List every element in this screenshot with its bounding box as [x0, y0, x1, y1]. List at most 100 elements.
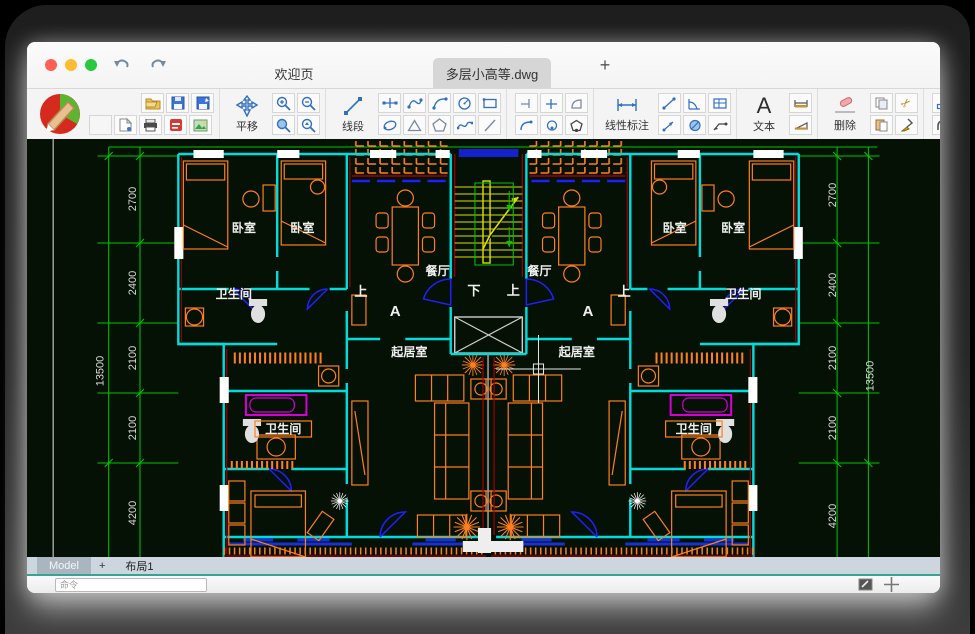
- zoom-window-button[interactable]: [272, 115, 295, 135]
- copy-button[interactable]: [870, 93, 893, 113]
- save-as-button[interactable]: [191, 93, 214, 113]
- toolbar-group-dimension: 线性标注: [594, 89, 737, 139]
- circle-icon: [457, 96, 472, 111]
- svg-text:2100: 2100: [827, 346, 839, 370]
- radius-dimension-button[interactable]: [658, 115, 681, 135]
- angular-dimension-button[interactable]: [683, 93, 706, 113]
- fillet-button[interactable]: [932, 115, 940, 135]
- linear-dimension-icon: [615, 96, 639, 116]
- baseline-dimension-button[interactable]: [708, 93, 731, 113]
- zoom-out-button[interactable]: [297, 93, 320, 113]
- spline-button[interactable]: [453, 115, 476, 135]
- erase-button[interactable]: 删除: [823, 91, 867, 137]
- dimensions-left: 2700 2400 2100 2100 4200 13500: [95, 187, 139, 525]
- undo-icon: [113, 57, 131, 73]
- crosshair-toggle-icon[interactable]: [883, 576, 900, 593]
- command-bar: [27, 576, 940, 593]
- polygon-edit-button[interactable]: [565, 115, 588, 135]
- paste-icon: [874, 118, 889, 132]
- export-pdf-button[interactable]: [164, 115, 187, 135]
- cut-button[interactable]: ✂: [895, 93, 918, 113]
- tab-drawing[interactable]: 多层小高等.dwg: [433, 58, 551, 88]
- rectangle-icon: [482, 97, 498, 110]
- match-properties-button[interactable]: [895, 115, 918, 135]
- extend-icon: [544, 97, 559, 110]
- svg-text:2100: 2100: [127, 416, 139, 440]
- circle-button[interactable]: [453, 93, 476, 113]
- arc-button[interactable]: [428, 93, 451, 113]
- arc-icon: [432, 96, 448, 110]
- minimize-button[interactable]: [65, 59, 77, 71]
- tab-welcome[interactable]: 欢迎页: [219, 58, 369, 88]
- undo-button[interactable]: [111, 54, 133, 76]
- label-bath: 卫生间: [725, 286, 761, 301]
- zoom-in-button[interactable]: [272, 93, 295, 113]
- polygon-edit-icon: [569, 119, 584, 132]
- new-file-button[interactable]: [114, 115, 137, 135]
- aligned-dimension-button[interactable]: [658, 93, 681, 113]
- construction-line-button[interactable]: [478, 115, 501, 135]
- save-file-button[interactable]: [166, 93, 189, 113]
- multileader-button[interactable]: [708, 115, 731, 135]
- new-tab-button[interactable]: +: [593, 55, 617, 76]
- fullscreen-toggle-icon[interactable]: [858, 578, 873, 591]
- monitor-bezel: 欢迎页 多层小高等.dwg +: [5, 5, 970, 634]
- drawing-canvas[interactable]: 2700 2400 2100 2100 4200 13500 2700 2400…: [27, 139, 940, 557]
- donut-button[interactable]: [540, 115, 563, 135]
- polygon-triangle-button[interactable]: [403, 115, 426, 135]
- svg-text:4200: 4200: [827, 504, 839, 528]
- trim-icon: [519, 97, 534, 110]
- svg-text:2100: 2100: [127, 346, 139, 370]
- toolbar-group-modify-small: [507, 89, 594, 139]
- model-tab[interactable]: Model: [37, 557, 91, 574]
- label-bedroom: 卧室: [721, 220, 745, 235]
- zoom-in-icon: [276, 96, 291, 111]
- blank-button[interactable]: [89, 115, 112, 135]
- trim-button[interactable]: [515, 93, 538, 113]
- polygon-button[interactable]: [428, 115, 451, 135]
- label-bedroom: 卧室: [663, 220, 687, 235]
- line-label: 线段: [342, 118, 364, 134]
- paste-button[interactable]: [870, 115, 893, 135]
- command-input[interactable]: [55, 578, 207, 592]
- pan-icon: [236, 95, 258, 117]
- linear-dimension-button[interactable]: 线性标注: [599, 91, 655, 137]
- pan-button[interactable]: 平移: [225, 91, 269, 137]
- elevation-mark-button[interactable]: [789, 93, 812, 113]
- stair-core: [451, 149, 527, 553]
- ellipse-icon: [382, 119, 398, 132]
- redo-button[interactable]: [147, 54, 169, 76]
- print-button[interactable]: [139, 115, 162, 135]
- line-button[interactable]: 线段: [331, 91, 375, 137]
- svg-text:4200: 4200: [127, 501, 139, 525]
- spline-point-button[interactable]: [403, 93, 426, 113]
- join-button[interactable]: [932, 93, 940, 113]
- layout1-tab[interactable]: 布局1: [113, 557, 165, 574]
- angular-dimension-icon: [687, 97, 702, 110]
- app-logo-icon[interactable]: [38, 92, 82, 136]
- add-layout-button[interactable]: +: [91, 557, 113, 574]
- label-section-a: A: [390, 303, 401, 320]
- label-dining: 餐厅: [526, 263, 551, 278]
- close-button[interactable]: [45, 59, 57, 71]
- curve-icon: [407, 96, 423, 110]
- slope-mark-button[interactable]: [789, 115, 812, 135]
- label-up: 上: [354, 284, 367, 299]
- elevator: [451, 317, 527, 354]
- boundary-button[interactable]: [565, 93, 588, 113]
- label-bedroom: 卧室: [232, 220, 256, 235]
- erase-label: 删除: [834, 117, 856, 133]
- export-image-button[interactable]: [189, 115, 212, 135]
- toolbar-group-draw: 线段: [326, 89, 507, 139]
- printer-icon: [143, 119, 158, 132]
- text-button[interactable]: A 文本: [742, 91, 786, 137]
- zoom-previous-button[interactable]: [297, 115, 320, 135]
- diameter-dimension-button[interactable]: [683, 115, 706, 135]
- extend-button[interactable]: [540, 93, 563, 113]
- ellipse-button[interactable]: [378, 115, 401, 135]
- polyline-button[interactable]: [378, 93, 401, 113]
- open-file-button[interactable]: [141, 93, 164, 113]
- fillet-arc-button[interactable]: [515, 115, 538, 135]
- rectangle-button[interactable]: [478, 93, 501, 113]
- maximize-button[interactable]: [85, 59, 97, 71]
